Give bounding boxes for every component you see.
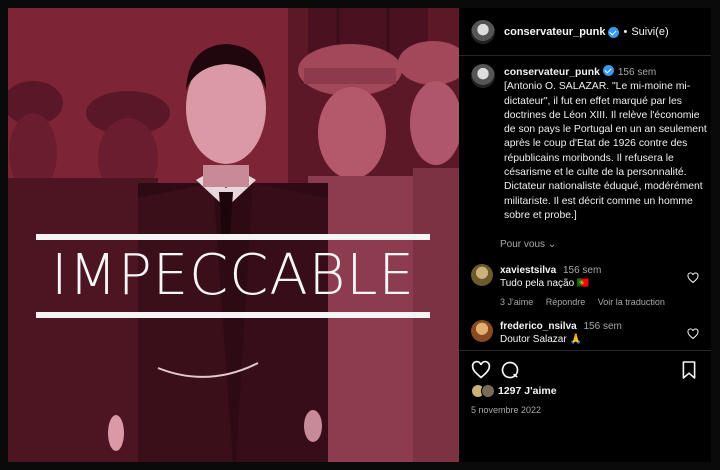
- comment-text: Tudo pela nação 🇵🇹: [500, 278, 590, 289]
- pour-vous-label: Pour vous: [500, 239, 546, 250]
- caption-body: conservateur_punk 156 sem [Antonio O. SAL…: [504, 64, 709, 223]
- likes-summary[interactable]: 1297 J'aime: [471, 384, 557, 398]
- caption-text: [Antonio O. SALAZAR. "Le mi-moine mi-dic…: [504, 81, 707, 221]
- comment-bubble-icon[interactable]: [500, 360, 520, 380]
- post-header: conservateur_punk • Suivi(e): [459, 8, 711, 56]
- author-avatar[interactable]: [471, 19, 495, 44]
- caption-timestamp[interactable]: 156 sem: [618, 67, 656, 78]
- comment-item: xaviestsilva 156 sem Tudo pela nação 🇵🇹 …: [471, 264, 711, 309]
- follow-status-button[interactable]: Suivi(e): [631, 26, 668, 38]
- post-modal: IMPECCABLE conservateur_punk • Suivi(e) …: [8, 8, 711, 462]
- comment-item: frederico_nsilva 156 sem Doutor Salazar …: [471, 320, 711, 346]
- comment-text: Doutor Salazar 🙏: [500, 334, 582, 345]
- comment-timestamp: 156 sem: [583, 321, 622, 332]
- comment-avatar[interactable]: [471, 320, 493, 342]
- comment-timestamp: 156 sem: [562, 265, 602, 276]
- overlay-title: IMPECCABLE: [51, 243, 415, 308]
- post-actions: 1297 J'aime 5 novembre 2022: [459, 350, 711, 462]
- comment-avatar[interactable]: [471, 264, 493, 286]
- comment-username[interactable]: frederico_nsilva: [500, 321, 577, 332]
- chevron-down-icon: ⌄: [547, 239, 557, 250]
- post-image[interactable]: IMPECCABLE: [8, 8, 459, 462]
- verified-icon: [602, 65, 614, 76]
- caption: conservateur_punk 156 sem [Antonio O. SAL…: [471, 64, 709, 223]
- likes-count[interactable]: 1297 J'aime: [498, 385, 557, 397]
- comment-likes[interactable]: 3 J'aime: [500, 297, 533, 307]
- reply-button[interactable]: Répondre: [546, 297, 586, 307]
- caption-avatar[interactable]: [471, 64, 495, 88]
- post-side-panel: conservateur_punk • Suivi(e) conservateu…: [459, 8, 711, 462]
- caption-username[interactable]: conservateur_punk: [504, 67, 600, 78]
- save-bookmark-icon[interactable]: [681, 360, 697, 380]
- pour-vous-link[interactable]: Pour vous ⌄: [500, 239, 556, 250]
- like-heart-icon[interactable]: [471, 360, 491, 380]
- comment-like-heart-icon[interactable]: [687, 328, 699, 340]
- author-username[interactable]: conservateur_punk: [504, 26, 605, 38]
- post-date[interactable]: 5 novembre 2022: [471, 405, 541, 415]
- liker-avatar: [481, 384, 495, 398]
- comment-username[interactable]: xaviestsilva: [500, 265, 556, 276]
- overlay-title-block: IMPECCABLE: [36, 234, 430, 318]
- comment-like-heart-icon[interactable]: [687, 272, 699, 284]
- header-separator: •: [623, 25, 628, 38]
- overlay-rule-bottom: [36, 312, 430, 318]
- see-translation-button[interactable]: Voir la traduction: [598, 297, 665, 307]
- verified-icon: [608, 27, 620, 38]
